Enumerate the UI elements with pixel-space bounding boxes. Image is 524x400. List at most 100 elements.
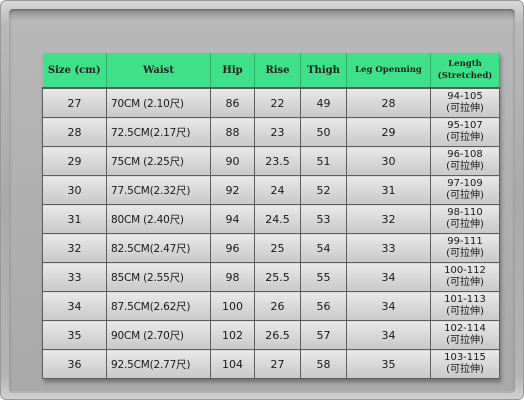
- cell-length-note: (可拉伸): [446, 335, 484, 346]
- cell-waist: 80CM (2.40尺): [106, 204, 211, 234]
- cell-length: 101-113 (可拉伸): [430, 291, 500, 321]
- cell-thigh: 55: [300, 262, 347, 292]
- header-length-line1: Length: [448, 59, 482, 69]
- table-row: 29 75CM (2.25尺) 90 23.5 51 30 96-108 (可拉伸…: [42, 146, 500, 176]
- cell-hip: 88: [210, 117, 255, 147]
- cell-length-note: (可拉伸): [446, 190, 484, 201]
- header-row: Size (cm) Waist Hip Rise Thigh Leg Openn…: [42, 53, 500, 89]
- cell-hip: 98: [210, 262, 255, 292]
- header-thigh: Thigh: [300, 53, 347, 89]
- cell-thigh: 50: [300, 117, 347, 147]
- size-chart: Size (cm) Waist Hip Rise Thigh Leg Openn…: [42, 53, 500, 379]
- cell-size: 29: [42, 146, 107, 176]
- cell-rise: 26.5: [254, 320, 301, 350]
- inner-panel: Size (cm) Waist Hip Rise Thigh Leg Openn…: [9, 9, 515, 393]
- cell-waist: 90CM (2.70尺): [106, 320, 211, 350]
- cell-hip: 92: [210, 175, 255, 205]
- header-length: Length (Stretched): [430, 53, 500, 89]
- cell-length-range: 102-114: [444, 323, 486, 334]
- cell-waist: 77.5CM(2.32尺): [106, 175, 211, 205]
- cell-length-range: 101-113: [444, 294, 486, 305]
- cell-length: 97-109 (可拉伸): [430, 175, 500, 205]
- cell-length-range: 103-115: [444, 352, 486, 363]
- cell-waist: 82.5CM(2.47尺): [106, 233, 211, 263]
- cell-thigh: 57: [300, 320, 347, 350]
- cell-leg-opening: 34: [346, 291, 431, 321]
- header-waist: Waist: [106, 53, 211, 89]
- cell-waist: 75CM (2.25尺): [106, 146, 211, 176]
- cell-leg-opening: 34: [346, 320, 431, 350]
- cell-hip: 90: [210, 146, 255, 176]
- cell-size: 28: [42, 117, 107, 147]
- cell-leg-opening: 33: [346, 233, 431, 263]
- cell-length: 100-112 (可拉伸): [430, 262, 500, 292]
- cell-length-range: 99-111: [447, 236, 483, 247]
- header-leg-opening: Leg Openning: [346, 53, 431, 89]
- cell-length: 102-114 (可拉伸): [430, 320, 500, 350]
- cell-length-range: 96-108: [447, 149, 483, 160]
- cell-length-range: 100-112: [444, 265, 486, 276]
- cell-length-note: (可拉伸): [446, 364, 484, 375]
- cell-length: 98-110 (可拉伸): [430, 204, 500, 234]
- cell-rise: 23: [254, 117, 301, 147]
- cell-length-range: 95-107: [447, 120, 483, 131]
- cell-size: 36: [42, 349, 107, 379]
- cell-leg-opening: 32: [346, 204, 431, 234]
- cell-length-note: (可拉伸): [446, 103, 484, 114]
- table-row: 27 70CM (2.10尺) 86 22 49 28 94-105 (可拉伸): [42, 87, 500, 118]
- table-row: 35 90CM (2.70尺) 102 26.5 57 34 102-114 (可…: [42, 320, 500, 350]
- header-length-line2: (Stretched): [437, 71, 493, 81]
- cell-leg-opening: 35: [346, 349, 431, 379]
- cell-length-range: 94-105: [447, 91, 483, 102]
- cell-length-note: (可拉伸): [446, 248, 484, 259]
- cell-length-note: (可拉伸): [446, 161, 484, 172]
- cell-hip: 96: [210, 233, 255, 263]
- cell-length-note: (可拉伸): [446, 306, 484, 317]
- cell-leg-opening: 29: [346, 117, 431, 147]
- outer-frame: Size (cm) Waist Hip Rise Thigh Leg Openn…: [0, 0, 524, 400]
- cell-waist: 72.5CM(2.17尺): [106, 117, 211, 147]
- cell-waist: 70CM (2.10尺): [106, 87, 211, 118]
- cell-rise: 25.5: [254, 262, 301, 292]
- table-row: 28 72.5CM(2.17尺) 88 23 50 29 95-107 (可拉伸): [42, 117, 500, 147]
- cell-rise: 27: [254, 349, 301, 379]
- cell-waist: 92.5CM(2.77尺): [106, 349, 211, 379]
- cell-waist: 87.5CM(2.62尺): [106, 291, 211, 321]
- header-hip: Hip: [210, 53, 255, 89]
- cell-length-range: 97-109: [447, 178, 483, 189]
- cell-length-range: 98-110: [447, 207, 483, 218]
- table-row: 31 80CM (2.40尺) 94 24.5 53 32 98-110 (可拉伸…: [42, 204, 500, 234]
- cell-rise: 23.5: [254, 146, 301, 176]
- cell-size: 33: [42, 262, 107, 292]
- cell-length: 94-105 (可拉伸): [430, 87, 500, 118]
- cell-rise: 26: [254, 291, 301, 321]
- cell-rise: 22: [254, 87, 301, 118]
- cell-size: 27: [42, 87, 107, 118]
- cell-length: 103-115 (可拉伸): [430, 349, 500, 379]
- cell-leg-opening: 28: [346, 87, 431, 118]
- cell-thigh: 54: [300, 233, 347, 263]
- table-row: 32 82.5CM(2.47尺) 96 25 54 33 99-111 (可拉伸): [42, 233, 500, 263]
- table-row: 36 92.5CM(2.77尺) 104 27 58 35 103-115 (可拉…: [42, 349, 500, 379]
- cell-hip: 100: [210, 291, 255, 321]
- cell-length-note: (可拉伸): [446, 132, 484, 143]
- cell-rise: 25: [254, 233, 301, 263]
- cell-size: 34: [42, 291, 107, 321]
- cell-length: 95-107 (可拉伸): [430, 117, 500, 147]
- cell-thigh: 52: [300, 175, 347, 205]
- header-rise: Rise: [254, 53, 301, 89]
- table-row: 34 87.5CM(2.62尺) 100 26 56 34 101-113 (可拉…: [42, 291, 500, 321]
- cell-size: 35: [42, 320, 107, 350]
- table-row: 30 77.5CM(2.32尺) 92 24 52 31 97-109 (可拉伸): [42, 175, 500, 205]
- cell-leg-opening: 34: [346, 262, 431, 292]
- cell-thigh: 58: [300, 349, 347, 379]
- cell-length-note: (可拉伸): [446, 219, 484, 230]
- cell-size: 32: [42, 233, 107, 263]
- cell-size: 30: [42, 175, 107, 205]
- cell-thigh: 56: [300, 291, 347, 321]
- cell-length: 96-108 (可拉伸): [430, 146, 500, 176]
- cell-thigh: 49: [300, 87, 347, 118]
- cell-rise: 24: [254, 175, 301, 205]
- cell-waist: 85CM (2.55尺): [106, 262, 211, 292]
- cell-thigh: 51: [300, 146, 347, 176]
